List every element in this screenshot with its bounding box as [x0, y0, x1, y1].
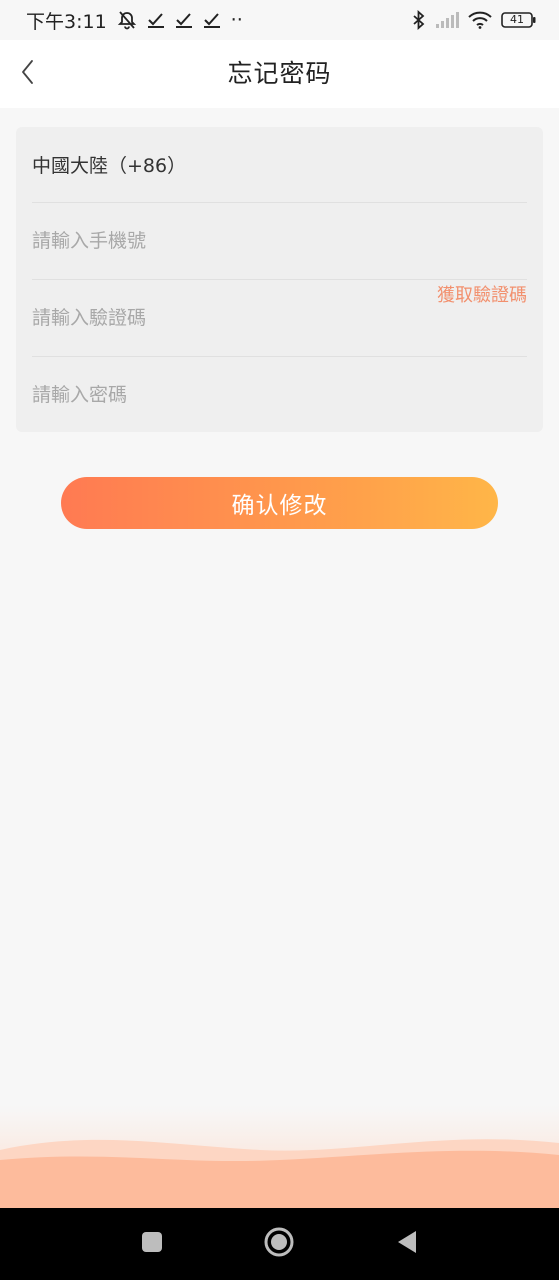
status-left: 下午3:11 ··	[26, 7, 243, 34]
battery-level: 41	[510, 13, 524, 26]
bluetooth-icon	[412, 10, 426, 30]
recent-apps-button[interactable]	[130, 1208, 174, 1280]
home-button[interactable]	[257, 1208, 301, 1280]
password-input[interactable]	[32, 383, 527, 406]
square-icon	[140, 1230, 164, 1258]
verification-code-input[interactable]	[32, 307, 527, 329]
more-dots: ··	[230, 9, 243, 31]
chevron-left-icon	[20, 58, 36, 90]
status-right: 41	[412, 10, 537, 30]
home-circle-icon	[263, 1226, 295, 1262]
status-bar: 下午3:11 ·· 41	[0, 0, 559, 40]
mute-bell-icon	[117, 10, 137, 30]
system-nav-bar	[0, 1208, 559, 1280]
status-time: 下午3:11	[26, 10, 107, 33]
form-card: 中國大陸（+86） 獲取驗證碼	[16, 127, 543, 432]
wifi-icon	[468, 11, 492, 29]
signal-icon	[435, 11, 459, 29]
wave-decoration	[0, 1105, 559, 1208]
check-icon	[147, 11, 165, 29]
phone-field-row	[32, 203, 527, 280]
nav-bar: 忘记密码	[0, 40, 559, 108]
get-code-button[interactable]: 獲取驗證碼	[437, 281, 527, 307]
battery-icon: 41	[501, 11, 537, 29]
country-label: 中國大陸（+86）	[32, 155, 187, 177]
confirm-button[interactable]: 确认修改	[61, 477, 498, 529]
check-icon	[203, 11, 221, 29]
check-icon	[175, 11, 193, 29]
page-title: 忘记密码	[227, 59, 332, 88]
system-back-button[interactable]	[385, 1208, 429, 1280]
phone-input[interactable]	[32, 230, 527, 252]
country-selector[interactable]: 中國大陸（+86）	[32, 127, 527, 203]
back-button[interactable]	[8, 54, 48, 94]
password-field-row	[32, 357, 527, 432]
back-triangle-icon	[395, 1229, 419, 1259]
screen: 下午3:11 ·· 41 忘记密码 中國大陸（+86） 請輸入手機號 請輸入驗證…	[0, 0, 559, 1280]
